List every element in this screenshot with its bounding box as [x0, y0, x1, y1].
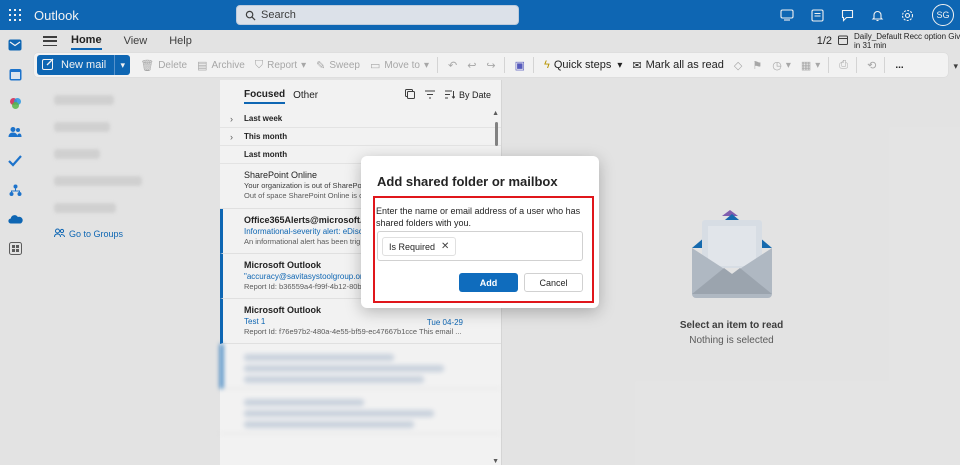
- cancel-button[interactable]: Cancel: [524, 273, 583, 292]
- recipient-chip[interactable]: Is Required ✕: [382, 237, 457, 256]
- dialog-description: Enter the name or email address of a use…: [376, 206, 581, 228]
- add-button[interactable]: Add: [459, 273, 518, 292]
- add-shared-folder-dialog: Add shared folder or mailbox Enter the n…: [361, 156, 599, 308]
- recipient-input[interactable]: Is Required ✕: [377, 231, 583, 261]
- close-icon[interactable]: ✕: [441, 241, 449, 252]
- recipient-chip-label: Is Required: [389, 241, 436, 252]
- dialog-title: Add shared folder or mailbox: [377, 174, 558, 189]
